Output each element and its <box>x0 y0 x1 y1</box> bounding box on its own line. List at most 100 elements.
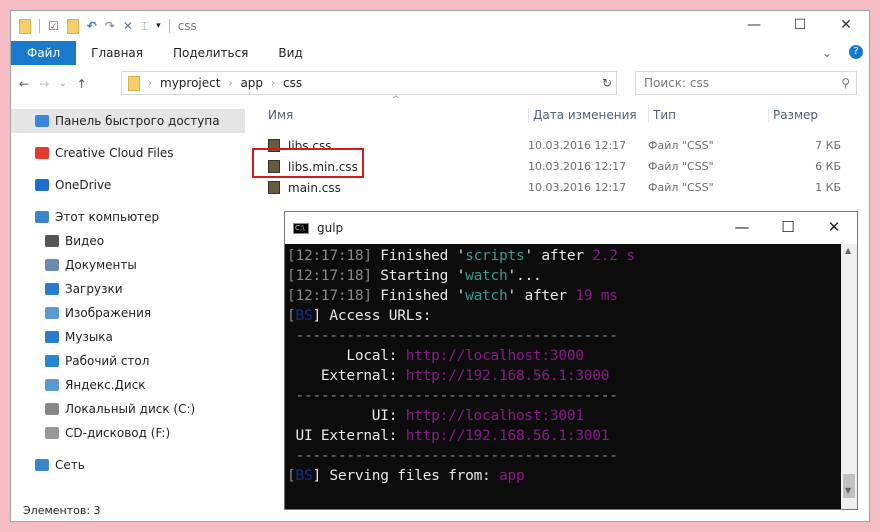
sidebar-item[interactable]: Загрузки <box>11 277 245 301</box>
terminal-text: http://192.168.56.1:3000 <box>405 368 610 384</box>
console-icon: C:\ <box>293 222 309 234</box>
sidebar-item-label: Документы <box>65 258 137 272</box>
terminal-text: BS <box>295 468 313 484</box>
sidebar-item[interactable]: Creative Cloud Files <box>11 141 245 165</box>
sidebar-item[interactable]: Локальный диск (C:) <box>11 397 245 421</box>
terminal-text: 2.2 s <box>592 248 635 264</box>
sidebar-item-label: Этот компьютер <box>55 210 160 224</box>
search-placeholder: Поиск: css <box>644 76 709 90</box>
sidebar-item[interactable]: Документы <box>11 253 245 277</box>
terminal-close-button[interactable]: ✕ <box>811 212 857 242</box>
tab-home[interactable]: Главная <box>76 41 158 65</box>
terminal-text: http://192.168.56.1:3001 <box>405 428 610 444</box>
terminal-title: gulp <box>317 221 344 235</box>
terminal-line: Local: http://localhost:3000 <box>287 346 841 366</box>
sidebar-item-label: Рабочий стол <box>65 354 150 368</box>
tab-share[interactable]: Поделиться <box>158 41 263 65</box>
terminal-maximize-button[interactable]: ☐ <box>765 212 811 242</box>
help-icon[interactable]: ? <box>849 45 863 59</box>
scroll-down-icon[interactable]: ▼ <box>845 486 851 495</box>
scroll-up-icon[interactable]: ▲ <box>845 246 851 255</box>
navigation-bar: ← → ⌄ ↑ › myproject › app › css ↻ Поиск:… <box>11 69 869 99</box>
sidebar-item[interactable]: Сеть <box>11 453 245 477</box>
terminal-window: C:\ gulp — ☐ ✕ [12:17:18] Finished 'script… <box>284 211 858 510</box>
sidebar-item[interactable]: CD-дисковод (F:) <box>11 421 245 445</box>
sidebar-item[interactable]: Музыка <box>11 325 245 349</box>
terminal-minimize-button[interactable]: — <box>719 212 765 242</box>
terminal-text: -------------------------------------- <box>287 328 618 344</box>
terminal-text: [12:17:18] <box>287 248 372 264</box>
sidebar-item-label: CD-дисковод (F:) <box>65 426 171 440</box>
file-size: 6 КБ <box>815 160 841 173</box>
file-size: 7 КБ <box>815 139 841 152</box>
terminal-text: [12:17:18] <box>287 268 372 284</box>
sidebar-item-label: Creative Cloud Files <box>55 146 174 160</box>
cd-drive-icon <box>45 427 59 439</box>
terminal-line: -------------------------------------- <box>287 446 841 466</box>
ribbon-tabs: Файл Главная Поделиться Вид ⌄ <box>11 41 869 65</box>
terminal-line: External: http://192.168.56.1:3000 <box>287 366 841 386</box>
sidebar-item-label: Яндекс.Диск <box>65 378 146 392</box>
terminal-text: scripts <box>465 248 525 264</box>
tab-view[interactable]: Вид <box>263 41 317 65</box>
terminal-text: Starting ' <box>371 268 466 284</box>
sidebar-item[interactable]: Рабочий стол <box>11 349 245 373</box>
new-folder-icon[interactable] <box>66 18 79 34</box>
terminal-line: [12:17:18] Finished 'scripts' after 2.2 … <box>287 246 841 266</box>
rename-icon[interactable]: ⌶ <box>141 19 148 34</box>
file-date: 10.03.2016 12:17 <box>528 181 627 194</box>
delete-icon[interactable]: ✕ <box>123 19 133 33</box>
sidebar-item[interactable]: Панель быстрого доступа <box>11 109 245 133</box>
terminal-text: watch <box>465 288 508 304</box>
forward-icon[interactable]: → <box>39 77 49 91</box>
sidebar-item[interactable]: Яндекс.Диск <box>11 373 245 397</box>
sidebar-item-label: Музыка <box>65 330 113 344</box>
redo-icon[interactable]: ↷ <box>105 19 115 33</box>
back-icon[interactable]: ← <box>19 77 29 91</box>
column-type[interactable]: Тип <box>648 108 676 122</box>
column-headers: ^ Имя Дата изменения Тип Размер <box>258 95 869 129</box>
customize-dropdown-icon[interactable]: ▾ <box>156 21 161 31</box>
close-button[interactable]: ✕ <box>823 11 869 39</box>
chevron-right-icon: › <box>228 77 233 89</box>
pictures-icon <box>45 307 59 319</box>
file-name: main.css <box>288 181 341 195</box>
terminal-output: [12:17:18] Finished 'scripts' after 2.2 … <box>285 244 841 509</box>
breadcrumb-app[interactable]: app <box>240 76 263 90</box>
column-name[interactable]: Имя <box>268 108 293 122</box>
expand-ribbon-icon[interactable]: ⌄ <box>807 41 847 65</box>
up-icon[interactable]: ↑ <box>77 77 87 91</box>
document-icon <box>45 259 59 271</box>
terminal-line: [12:17:18] Finished 'watch' after 19 ms <box>287 286 841 306</box>
divider <box>168 19 170 33</box>
terminal-scrollbar[interactable]: ▲ ▼ <box>841 244 857 509</box>
minimize-button[interactable]: — <box>731 11 777 39</box>
refresh-icon[interactable]: ↻ <box>602 76 612 90</box>
terminal-text: ' after <box>524 248 593 264</box>
column-date[interactable]: Дата изменения <box>528 108 637 122</box>
column-size[interactable]: Размер <box>768 108 818 122</box>
sidebar-item[interactable]: Видео <box>11 229 245 253</box>
tab-file[interactable]: Файл <box>11 41 77 65</box>
terminal-text: ' after <box>507 288 576 304</box>
maximize-button[interactable]: ☐ <box>777 11 823 39</box>
breadcrumb-myproject[interactable]: myproject <box>160 76 220 90</box>
divider <box>39 19 40 33</box>
file-date: 10.03.2016 12:17 <box>528 139 627 152</box>
undo-icon[interactable]: ↶ <box>87 19 97 33</box>
properties-icon[interactable]: ☑ <box>48 19 59 33</box>
breadcrumb-css[interactable]: css <box>283 76 302 90</box>
sidebar-item[interactable]: Изображения <box>11 301 245 325</box>
file-row[interactable]: main.css 10.03.2016 12:17 Файл "CSS" 1 К… <box>258 177 869 198</box>
sidebar-item[interactable]: OneDrive <box>11 173 245 197</box>
search-input[interactable]: Поиск: css ⚲ <box>635 71 857 95</box>
terminal-text: -------------------------------------- <box>287 448 618 464</box>
file-type: Файл "CSS" <box>648 139 714 152</box>
recent-locations-icon[interactable]: ⌄ <box>59 79 67 89</box>
terminal-text: http://localhost:3001 <box>405 408 584 424</box>
terminal-line: [BS] Access URLs: <box>287 306 841 326</box>
address-bar[interactable]: › myproject › app › css ↻ <box>121 71 617 95</box>
network-icon <box>35 459 49 471</box>
file-type: Файл "CSS" <box>648 181 714 194</box>
sidebar-item[interactable]: Этот компьютер <box>11 205 245 229</box>
